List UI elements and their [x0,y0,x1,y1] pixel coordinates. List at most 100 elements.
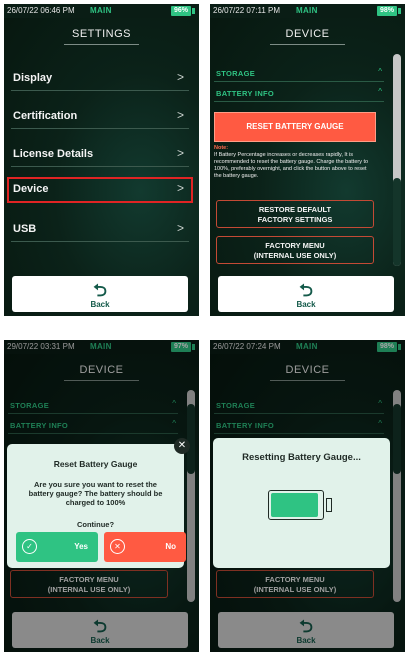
menu-item-usb[interactable]: USB > [8,218,192,242]
title-divider [270,380,345,381]
section-label: BATTERY INFO [216,89,275,98]
back-label: Back [296,636,316,645]
back-button[interactable]: ⮌ Back [12,612,188,648]
status-time: 26/07/22 07:11 PM [213,6,281,15]
title-divider [270,44,345,45]
divider [11,128,189,129]
page-title: DEVICE [285,28,330,40]
button-label-line1: FACTORY MENU [265,575,325,584]
section-battery-info[interactable]: BATTERY INFO ^ [8,418,178,434]
chevron-up-icon: ^ [172,399,176,408]
status-mode: MAIN [90,6,112,15]
divider [214,413,384,414]
back-button[interactable]: ⮌ Back [12,276,188,312]
back-button[interactable]: ⮌ Back [218,612,394,648]
status-bar: 26/07/22 06:46 PM MAIN 96% [4,4,199,18]
chevron-up-icon: ^ [172,419,176,428]
scrollbar[interactable] [393,54,401,266]
battery-tip-icon [192,344,195,350]
button-label-line2: (INTERNAL USE ONLY) [47,585,131,594]
divider [11,241,189,242]
menu-item-label: License Details [13,148,94,160]
menu-item-device[interactable]: Device > [7,177,193,203]
battery-tip-icon [398,344,401,350]
menu-item-display[interactable]: Display > [8,67,192,91]
battery-terminal [326,498,332,512]
page-title: DEVICE [285,364,330,376]
button-label-line1: FACTORY MENU [265,241,325,250]
status-mode: MAIN [296,6,318,15]
status-time: 26/07/22 06:46 PM [7,6,75,15]
title-divider [64,44,139,45]
section-storage[interactable]: STORAGE ^ [214,66,384,82]
section-storage[interactable]: STORAGE ^ [214,398,384,414]
yes-button[interactable]: ✓ Yes [16,532,98,562]
button-label-line1: RESTORE DEFAULT [258,205,332,214]
menu-item-license-details[interactable]: License Details > [8,143,192,167]
button-label-line1: FACTORY MENU [59,575,119,584]
divider [11,166,189,167]
menu-item-label: Device [13,183,49,195]
page-title: SETTINGS [71,28,131,40]
section-battery-info[interactable]: BATTERY INFO ^ [214,418,384,434]
back-label: Back [296,300,316,309]
status-time: 29/07/22 03:31 PM [7,342,75,351]
menu-item-label: Certification [13,110,78,122]
scrollbar[interactable] [393,390,401,602]
battery-indicator: 97% [170,342,191,352]
scrollbar-thumb[interactable] [393,404,401,474]
divider [8,413,178,414]
device-screen: 26/07/22 07:11 PM MAIN 98% DEVICE STORAG… [210,4,405,316]
menu-item-certification[interactable]: Certification > [8,105,192,129]
battery-fill [271,493,318,517]
yes-label: Yes [74,542,88,551]
battery-tip-icon [398,8,401,14]
battery-icon [268,490,336,522]
dialog-continue-label: Continue? [76,520,115,529]
section-label: BATTERY INFO [216,421,275,430]
section-storage[interactable]: STORAGE ^ [8,398,178,414]
status-time: 26/07/22 07:24 PM [213,342,281,351]
title-divider [64,380,139,381]
factory-menu-button[interactable]: FACTORY MENU (INTERNAL USE ONLY) [216,570,374,598]
reset-battery-gauge-button[interactable]: RESET BATTERY GAUGE [214,112,376,142]
button-label-line2: (INTERNAL USE ONLY) [253,251,337,260]
factory-menu-button[interactable]: FACTORY MENU (INTERNAL USE ONLY) [10,570,168,598]
note-text: If Battery Percentage increases or decre… [214,152,369,179]
divider [8,433,178,434]
scrollbar-thumb[interactable] [187,404,195,474]
menu-item-label: Display [13,72,53,84]
chevron-up-icon: ^ [378,67,382,76]
battery-indicator: 98% [376,6,397,16]
divider [214,81,384,82]
factory-menu-button[interactable]: FACTORY MENU (INTERNAL USE ONLY) [216,236,374,264]
section-battery-info[interactable]: BATTERY INFO ^ [214,86,384,102]
status-mode: MAIN [90,342,112,351]
chevron-right-icon: > [176,221,184,235]
section-label: BATTERY INFO [10,421,69,430]
status-bar: 26/07/22 07:24 PM MAIN 98% [210,340,405,354]
status-mode: MAIN [296,342,318,351]
battery-body [268,490,324,520]
chevron-up-icon: ^ [378,87,382,96]
section-label: STORAGE [216,69,256,78]
reset-confirm-dialog: Reset Battery Gauge ✕ Are you sure you w… [7,438,190,568]
no-label: No [165,542,176,551]
restore-factory-settings-button[interactable]: RESTORE DEFAULT FACTORY SETTINGS [216,200,374,228]
chevron-right-icon: > [176,146,184,160]
no-button[interactable]: ✕ No [104,532,186,562]
button-label-line2: FACTORY SETTINGS [257,215,333,224]
back-button[interactable]: ⮌ Back [218,276,394,312]
settings-screen: 26/07/22 06:46 PM MAIN 96% SETTINGS Disp… [4,4,199,316]
divider [11,90,189,91]
divider [214,433,384,434]
scrollbar-thumb[interactable] [393,178,401,266]
chevron-right-icon: > [176,108,184,122]
close-icon[interactable]: ✕ [174,438,190,454]
dialog-title: Reset Battery Gauge [53,459,138,469]
section-label: STORAGE [216,401,256,410]
battery-note: Note: If Battery Percentage increases or… [214,145,374,180]
button-label-line2: (INTERNAL USE ONLY) [253,585,337,594]
scrollbar[interactable] [187,390,195,602]
note-label: Note: [214,145,229,151]
